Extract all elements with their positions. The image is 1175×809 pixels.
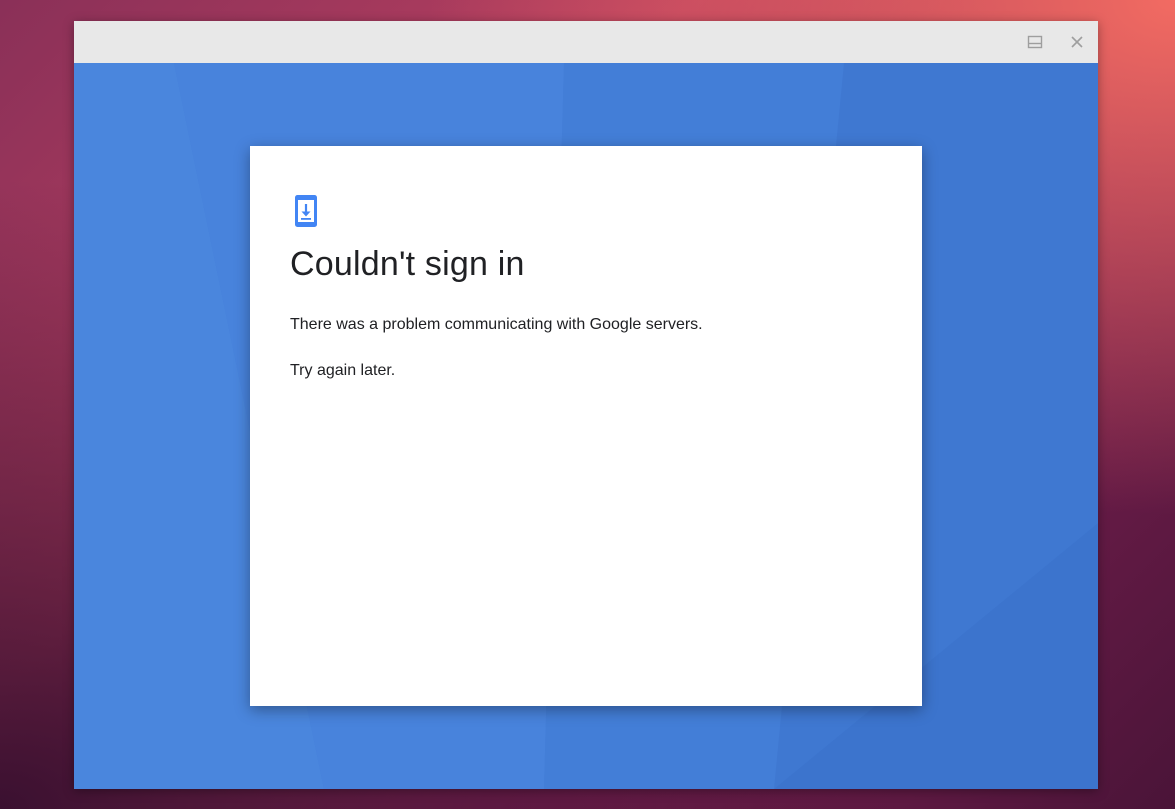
desktop-wallpaper: Couldn't sign in There was a problem com… xyxy=(0,0,1175,809)
dialog-title: Couldn't sign in xyxy=(290,245,525,283)
window-content: Couldn't sign in There was a problem com… xyxy=(74,63,1098,789)
close-button[interactable] xyxy=(1067,32,1087,52)
maximize-button[interactable] xyxy=(1025,32,1045,52)
phone-download-icon xyxy=(295,195,317,227)
error-message: There was a problem communicating with G… xyxy=(290,316,703,333)
close-icon xyxy=(1071,36,1083,48)
sign-in-window: Couldn't sign in There was a problem com… xyxy=(74,21,1098,789)
window-titlebar xyxy=(74,21,1098,63)
maximize-icon xyxy=(1027,35,1043,49)
retry-hint: Try again later. xyxy=(290,362,396,379)
error-dialog-card: Couldn't sign in There was a problem com… xyxy=(250,146,922,706)
